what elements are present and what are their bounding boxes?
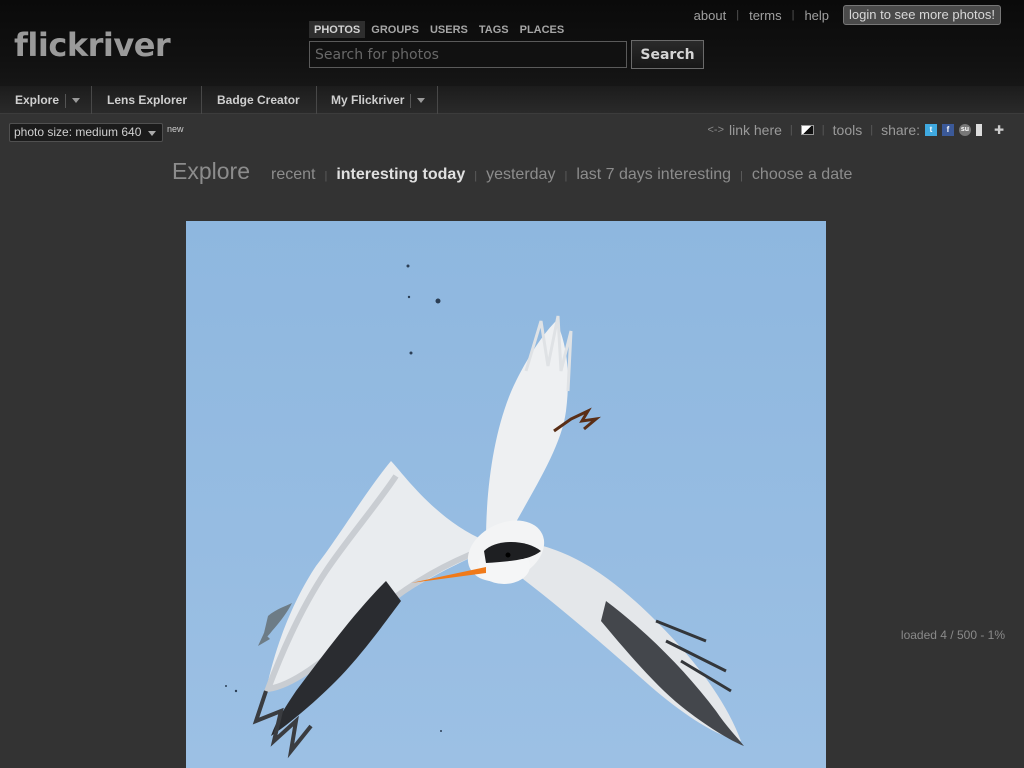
separator: |: [791, 9, 795, 21]
diving-tern-photo[interactable]: [186, 221, 826, 768]
explore-link-yesterday[interactable]: yesterday: [486, 166, 555, 184]
site-logo[interactable]: flickriver: [14, 26, 171, 64]
nav-item-lens-explorer[interactable]: Lens Explorer: [92, 86, 202, 114]
nav-item-label: Badge Creator: [217, 93, 300, 107]
search-button[interactable]: Search: [631, 40, 704, 69]
nav-item-my-flickriver[interactable]: My Flickriver: [317, 86, 438, 114]
explore-link-choose-date[interactable]: choose a date: [752, 166, 853, 184]
lightbox-icon[interactable]: [800, 125, 814, 135]
explore-link-recent[interactable]: recent: [271, 166, 315, 184]
main-nav: Explore Lens Explorer Badge Creator My F…: [0, 86, 1024, 114]
share-label: share:: [881, 122, 920, 138]
login-button[interactable]: login to see more photos!: [843, 5, 1001, 25]
nav-item-label: Explore: [15, 93, 60, 107]
explore-link-interesting-today[interactable]: interesting today: [336, 166, 465, 184]
chevron-down-icon: [148, 131, 156, 136]
search-tab-places[interactable]: PLACES: [515, 21, 570, 38]
photo-size-select[interactable]: photo size: medium 640: [9, 123, 163, 142]
chevron-down-icon[interactable]: [72, 98, 81, 104]
search-tabs: PHOTOS GROUPS USERS TAGS PLACES: [309, 21, 570, 38]
search-tab-photos[interactable]: PHOTOS: [309, 21, 366, 38]
help-link[interactable]: help: [804, 8, 829, 23]
explore-link-last-7-days[interactable]: last 7 days interesting: [576, 166, 731, 184]
tools-link[interactable]: tools: [833, 122, 863, 138]
plugin-icon[interactable]: ✚: [993, 124, 1005, 136]
chevron-down-icon[interactable]: [417, 98, 426, 104]
nav-item-explore[interactable]: Explore: [0, 86, 92, 114]
about-link[interactable]: about: [694, 8, 727, 23]
new-badge: new: [167, 124, 184, 134]
photo-tools: <-> link here | | tools | share: t f su …: [707, 122, 1005, 138]
photo-size-value: photo size: medium 640: [14, 125, 142, 139]
search-tab-users[interactable]: USERS: [425, 21, 473, 38]
search-tab-tags[interactable]: TAGS: [474, 21, 514, 38]
search-input[interactable]: [309, 41, 627, 68]
search-tab-groups[interactable]: GROUPS: [366, 21, 424, 38]
nav-item-label: My Flickriver: [331, 93, 405, 107]
loaded-status: loaded 4 / 500 - 1%: [900, 628, 1005, 642]
nav-item-badge-creator[interactable]: Badge Creator: [202, 86, 317, 114]
tern-illustration: [225, 264, 744, 759]
facebook-icon[interactable]: f: [942, 124, 954, 136]
page-title: Explore: [172, 158, 250, 184]
top-links: about | terms | help login to see more p…: [694, 5, 1001, 25]
separator: |: [736, 9, 740, 21]
site-header: flickriver PHOTOS GROUPS USERS TAGS PLAC…: [0, 0, 1024, 86]
twitter-icon[interactable]: t: [925, 124, 937, 136]
delicious-icon[interactable]: [976, 124, 988, 136]
explore-nav: Explore recent | interesting today | yes…: [172, 158, 853, 184]
link-here-link[interactable]: link here: [729, 122, 782, 138]
nav-item-label: Lens Explorer: [107, 93, 188, 107]
terms-link[interactable]: terms: [749, 8, 782, 23]
stumbleupon-icon[interactable]: su: [959, 124, 971, 136]
link-icon: <->: [707, 124, 724, 136]
